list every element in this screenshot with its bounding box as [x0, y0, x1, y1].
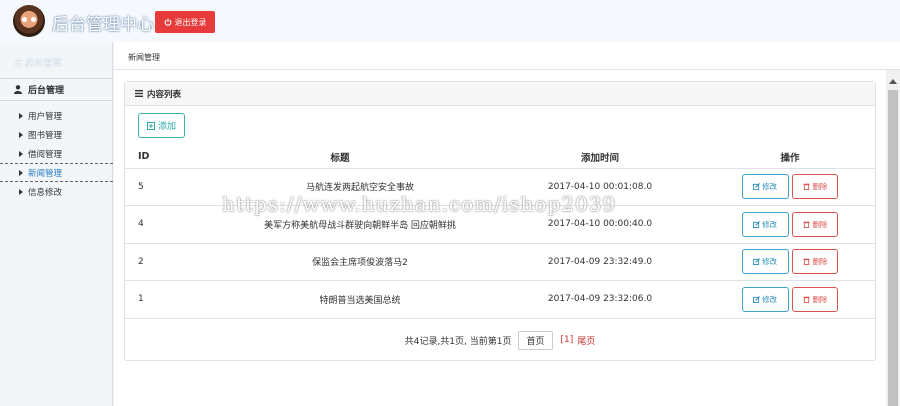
edit-icon — [753, 220, 760, 228]
cell-id: 2 — [125, 243, 185, 281]
caret-right-icon — [19, 169, 23, 176]
sidebar-section-header[interactable]: 后台管理 — [0, 78, 113, 101]
add-label: 添加 — [157, 122, 176, 132]
edit-icon — [753, 258, 760, 266]
current-page-link[interactable]: [1] — [561, 335, 574, 345]
content-panel: 内容列表 添加 ID 标题 添加时间 操作 5 马航连发两起航空安全事故 201… — [124, 81, 876, 361]
caret-right-icon — [19, 150, 23, 157]
vertical-scrollbar[interactable] — [886, 70, 900, 406]
top-bar: 后台管理中心 退出登录 — [0, 0, 900, 42]
delete-button[interactable]: 删除 — [792, 249, 839, 275]
trash-icon — [803, 183, 810, 191]
cell-time: 2017-04-09 23:32:49.0 — [495, 243, 705, 281]
cell-ops: 修改 删除 — [705, 280, 875, 319]
col-header-title: 标题 — [185, 146, 495, 169]
logout-label: 退出登录 — [174, 17, 207, 27]
pagination-summary: 共4记录,共1页, 当前第1页 — [404, 336, 512, 347]
trash-icon — [803, 221, 810, 228]
delete-button[interactable]: 删除 — [792, 174, 839, 200]
breadcrumb-bar: 新闻管理 — [114, 42, 900, 70]
cell-ops: 修改 删除 — [705, 243, 875, 281]
cell-id: 1 — [125, 280, 185, 319]
trash-icon — [803, 296, 810, 303]
list-icon — [135, 90, 143, 97]
edit-button[interactable]: 修改 — [741, 249, 789, 275]
col-header-ops: 操作 — [705, 146, 875, 169]
panel-title: 内容列表 — [147, 89, 182, 100]
add-button[interactable]: 添加 — [138, 113, 185, 138]
watermark: https://www.huzhan.com/ishop2039 — [222, 192, 617, 216]
table-header-row: ID 标题 添加时间 操作 — [125, 146, 875, 169]
cell-ops: 修改 删除 — [705, 168, 875, 206]
sidebar-section-label: 后台管理 — [28, 86, 65, 96]
pagination: 共4记录,共1页, 当前第1页 首页 [1] 尾页 — [125, 330, 875, 350]
delete-button[interactable]: 删除 — [792, 286, 839, 312]
sidebar-faded-title: ☰ 后台管理 — [14, 59, 61, 69]
table-row: 2 保监会主席项俊波落马2 2017-04-09 23:32:49.0 修改 删… — [125, 243, 875, 281]
col-header-id: ID — [125, 146, 185, 169]
edit-icon — [753, 295, 760, 303]
sidebar-menu: 用户管理 图书管理 借阅管理 新闻管理 信息修改 — [0, 106, 113, 201]
edit-icon — [753, 183, 760, 191]
sidebar-item-news[interactable]: 新闻管理 — [0, 163, 113, 182]
sidebar-item-users[interactable]: 用户管理 — [0, 106, 113, 125]
trash-icon — [803, 258, 810, 266]
delete-button[interactable]: 删除 — [792, 211, 839, 237]
breadcrumb: 新闻管理 — [128, 53, 160, 62]
col-header-time: 添加时间 — [495, 146, 705, 169]
caret-right-icon — [19, 112, 23, 119]
sidebar-item-borrow[interactable]: 借阅管理 — [0, 144, 113, 163]
table-row: 1 特朗普当选美国总统 2017-04-09 23:32:06.0 修改 删除 — [125, 280, 875, 319]
caret-right-icon — [19, 188, 23, 195]
edit-button[interactable]: 修改 — [741, 174, 789, 200]
panel-header: 内容列表 — [125, 82, 875, 106]
first-page-button[interactable]: 首页 — [518, 330, 553, 350]
edit-button[interactable]: 修改 — [741, 286, 789, 312]
caret-right-icon — [19, 131, 23, 138]
cell-ops: 修改 删除 — [705, 205, 875, 244]
main-content: 内容列表 添加 ID 标题 添加时间 操作 5 马航连发两起航空安全事故 201… — [114, 70, 886, 406]
app-title: 后台管理中心 — [52, 15, 154, 35]
power-icon — [164, 18, 171, 26]
cell-id: 5 — [125, 168, 185, 206]
last-page-link[interactable]: 尾页 — [577, 334, 595, 347]
plus-square-icon — [146, 121, 155, 130]
logout-button[interactable]: 退出登录 — [155, 11, 215, 33]
cell-id: 4 — [125, 205, 185, 244]
edit-button[interactable]: 修改 — [741, 211, 789, 237]
sidebar-item-books[interactable]: 图书管理 — [0, 125, 113, 144]
scroll-up-arrow-icon[interactable] — [889, 79, 897, 84]
sidebar-item-profile[interactable]: 信息修改 — [0, 182, 113, 201]
user-icon — [14, 85, 22, 94]
cell-time: 2017-04-09 23:32:06.0 — [495, 280, 705, 319]
avatar — [13, 5, 45, 37]
cell-title: 保监会主席项俊波落马2 — [185, 243, 495, 281]
scrollbar-thumb[interactable] — [888, 90, 898, 406]
news-table: ID 标题 添加时间 操作 5 马航连发两起航空安全事故 2017-04-10 … — [125, 146, 875, 319]
sidebar: ☰ 后台管理 后台管理 用户管理 图书管理 借阅管理 新闻管理 信息修改 — [0, 42, 113, 406]
cell-title: 特朗普当选美国总统 — [185, 280, 495, 319]
